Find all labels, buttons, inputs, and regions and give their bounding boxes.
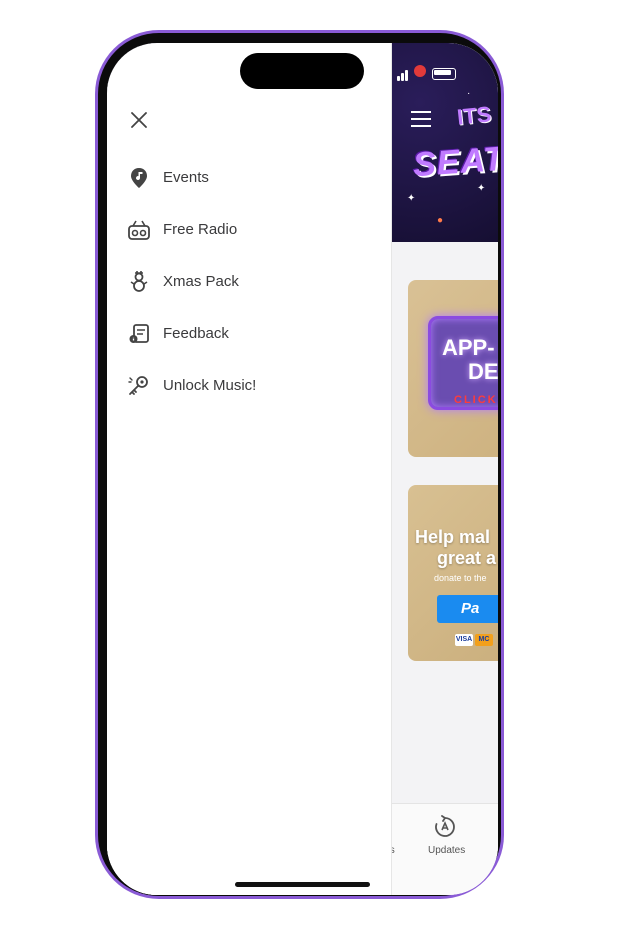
- side-drawer: Events Free Radio Xmas Pack Feedback Unl…: [107, 43, 392, 895]
- banner-title: SEAT: [411, 139, 498, 185]
- menu-item-label: Xmas Pack: [163, 273, 239, 290]
- star-decoration: ✦: [407, 193, 416, 204]
- star-decoration: ✦: [477, 183, 486, 194]
- hamburger-icon[interactable]: [411, 111, 431, 127]
- banner-title-top: ITS: [455, 101, 493, 130]
- phone-bezel: ✦ ✦ ● · ITS SEAT APP- DE CLICK Help mal …: [98, 33, 501, 896]
- menu-item-feedback[interactable]: Feedback: [127, 319, 367, 349]
- neon-click-text: CLICK: [454, 394, 498, 406]
- radio-icon: [128, 220, 150, 240]
- menu-item-label: Feedback: [163, 325, 229, 342]
- neon-line2: DEA: [468, 359, 498, 384]
- menu-item-unlock-music[interactable]: Unlock Music!: [127, 371, 367, 401]
- menu-item-xmas-pack[interactable]: Xmas Pack: [127, 267, 367, 297]
- star-decoration: ·: [467, 88, 471, 99]
- status-bar-icons: [397, 65, 477, 81]
- dynamic-island: [240, 53, 364, 89]
- wifi-icon: [414, 65, 426, 77]
- menu-item-events[interactable]: Events: [127, 163, 367, 193]
- feedback-icon: [129, 324, 149, 343]
- neon-line1: APP-: [442, 335, 495, 360]
- signal-icon: [405, 70, 408, 81]
- battery-icon: [432, 68, 456, 80]
- app-deal-card[interactable]: APP- DEA CLICK: [408, 280, 498, 457]
- snowman-icon: [130, 271, 148, 292]
- signal-icon: [401, 73, 404, 81]
- paypal-button[interactable]: Pa: [437, 595, 498, 623]
- signal-icon: [397, 76, 400, 81]
- music-location-icon: [131, 168, 147, 188]
- visa-card: VISA: [455, 634, 473, 646]
- neon-sign-text: APP- DEA: [442, 336, 498, 384]
- home-indicator[interactable]: [235, 882, 370, 887]
- menu-item-free-radio[interactable]: Free Radio: [127, 215, 367, 245]
- donate-heading-line1: Help mal: [415, 527, 491, 547]
- donate-heading: Help mal great a: [415, 527, 496, 569]
- menu-item-label: Events: [163, 169, 209, 186]
- donate-card[interactable]: Help mal great a donate to the Pa VISA MC: [408, 485, 498, 661]
- phone-screen: ✦ ✦ ● · ITS SEAT APP- DE CLICK Help mal …: [107, 43, 498, 895]
- donate-heading-line2: great a: [437, 548, 497, 568]
- menu-item-label: Free Radio: [163, 221, 238, 238]
- donate-subtext: donate to the: [434, 573, 487, 583]
- payment-cards: VISA MC: [455, 628, 498, 646]
- phone-frame: ✦ ✦ ● · ITS SEAT APP- DE CLICK Help mal …: [95, 30, 504, 899]
- tab-updates-label[interactable]: Updates: [428, 845, 465, 856]
- key-icon: [128, 376, 148, 395]
- updates-icon[interactable]: [433, 815, 457, 839]
- menu-item-label: Unlock Music!: [163, 377, 257, 394]
- close-icon[interactable]: [129, 110, 149, 130]
- star-decoration: ●: [437, 215, 444, 226]
- mastercard-card: MC: [475, 634, 493, 646]
